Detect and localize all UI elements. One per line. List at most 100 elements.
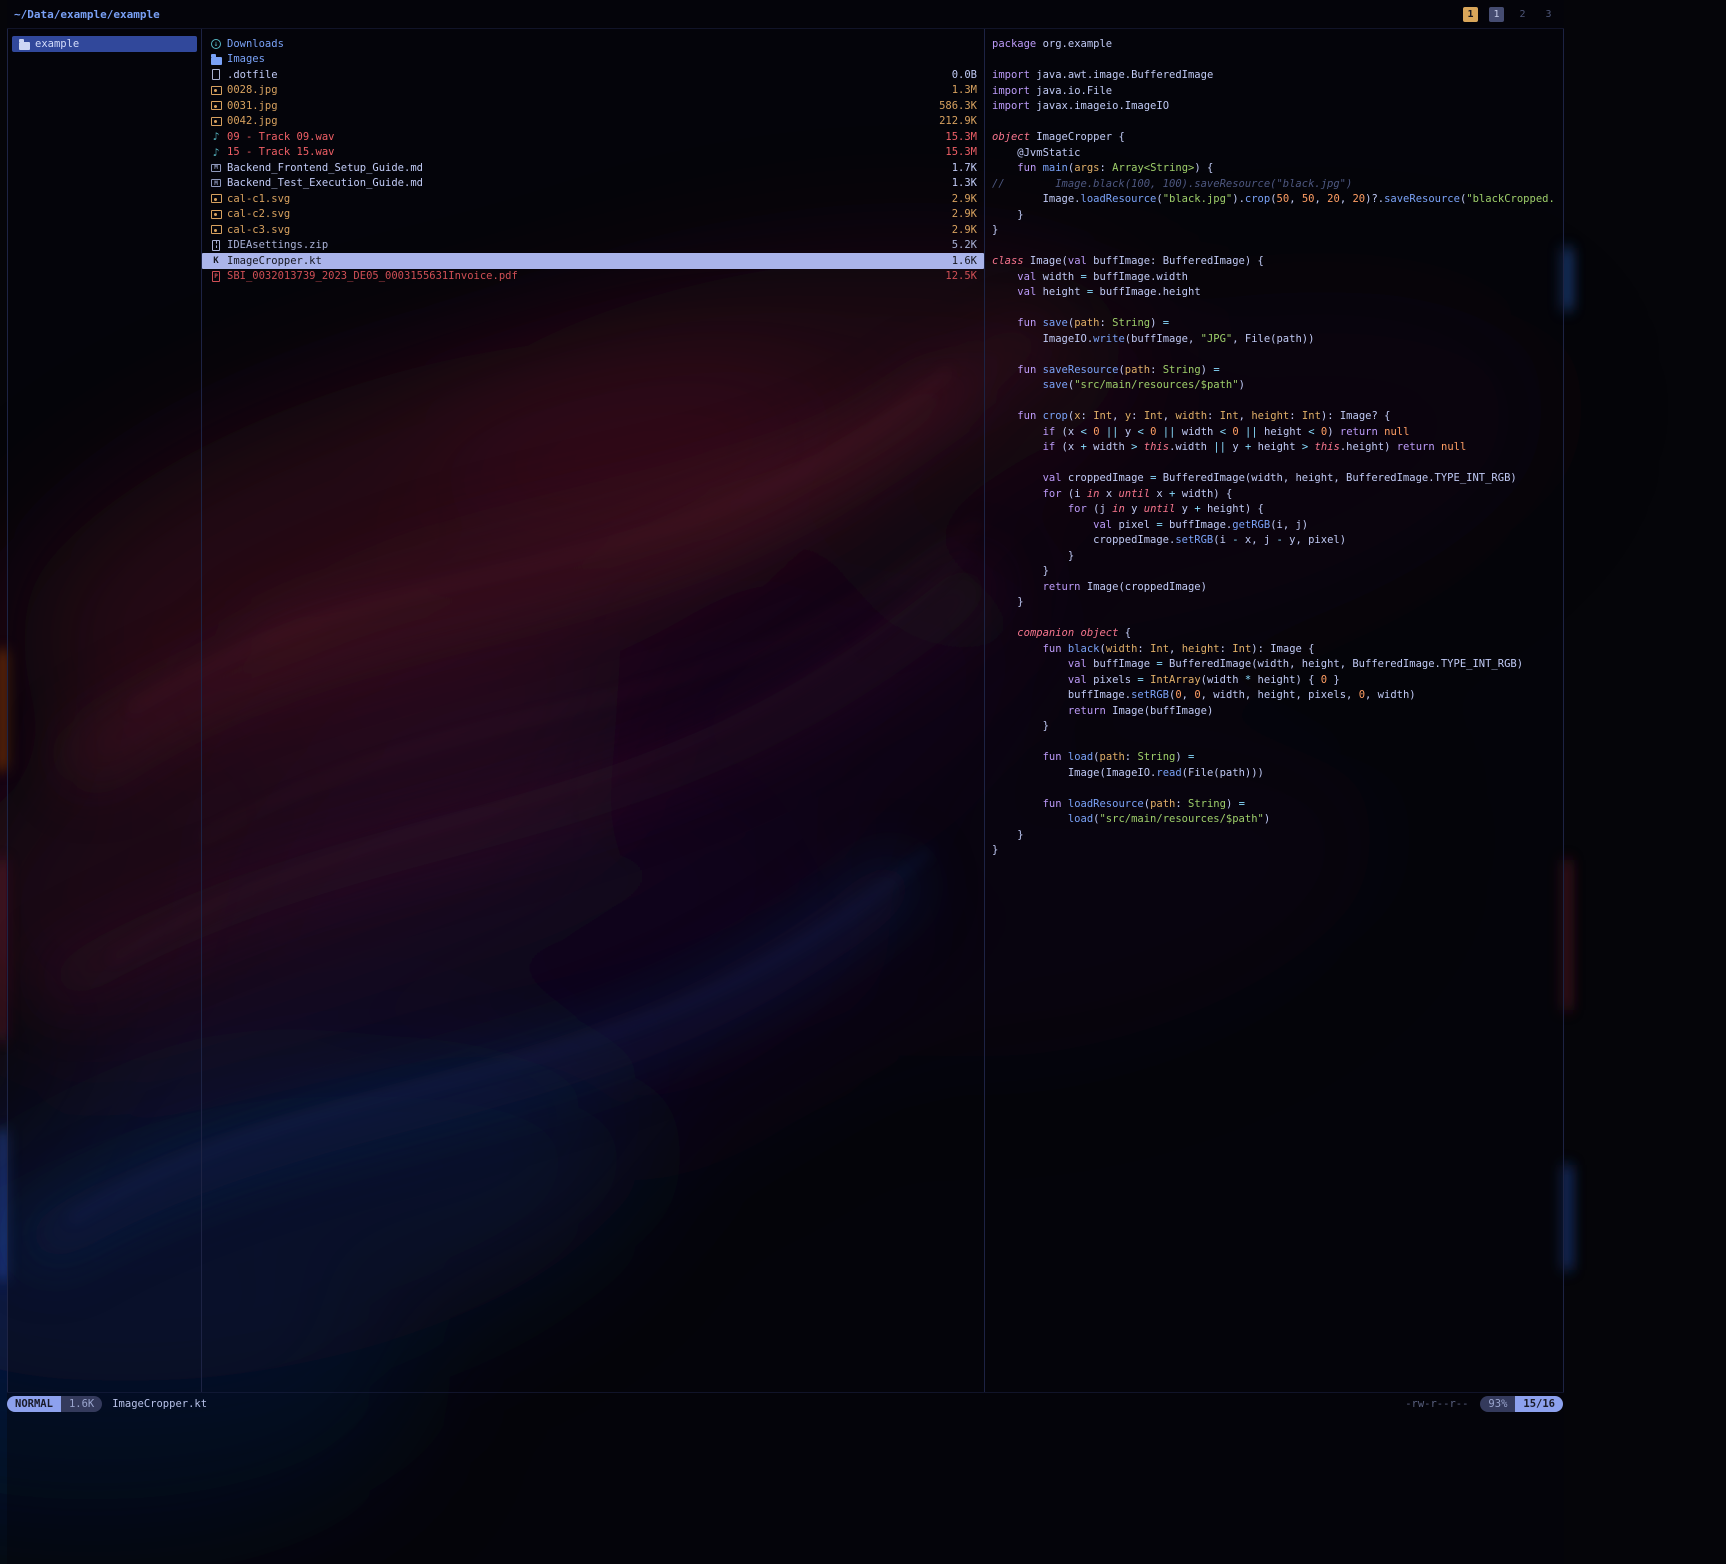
code-line: fun loadResource(path: String) = <box>992 797 1563 813</box>
code-line <box>992 239 1563 255</box>
code-line: object ImageCropper { <box>992 130 1563 146</box>
code-line: fun black(width: Int, height: Int): Imag… <box>992 642 1563 658</box>
code-line: } <box>992 208 1563 224</box>
panes: example DownloadsImages.dotfile 0.0B 0028.… <box>7 28 1564 1393</box>
code-line: croppedImage.setRGB(i - x, j - y, pixel) <box>992 533 1563 549</box>
file-row[interactable]: IDEAsettings.zip5.2K <box>202 238 984 254</box>
audio-icon <box>209 145 223 159</box>
code-line: package org.example <box>992 37 1563 53</box>
parent-dir-name: example <box>35 38 79 50</box>
file-size: 1.3M <box>952 84 977 96</box>
image-icon <box>209 207 223 221</box>
file-row[interactable]: Backend_Frontend_Setup_Guide.md1.7K <box>202 160 984 176</box>
tab-active-indicator[interactable]: 1 <box>1463 7 1478 22</box>
code-line <box>992 781 1563 797</box>
file-row[interactable]: 0031.jpg586.3K <box>202 98 984 114</box>
code-line: } <box>992 549 1563 565</box>
file-row[interactable]: .dotfile 0.0B <box>202 67 984 83</box>
file-name: 15 - Track 15.wav <box>227 146 937 158</box>
code-line <box>992 115 1563 131</box>
file-name: .dotfile <box>227 69 944 81</box>
file-name: 0028.jpg <box>227 84 944 96</box>
code-line: fun saveResource(path: String) = <box>992 363 1563 379</box>
file-row[interactable]: SBI_0032013739_2023_DE05_0003155631Invoi… <box>202 269 984 285</box>
code-line <box>992 394 1563 410</box>
file-size: 212.9K <box>939 115 977 127</box>
file-row[interactable]: Images <box>202 52 984 68</box>
markdown-icon <box>209 176 223 190</box>
code-line: fun load(path: String) = <box>992 750 1563 766</box>
code-line: return Image(croppedImage) <box>992 580 1563 596</box>
file-size: 1.3K <box>952 177 977 189</box>
image-icon <box>209 99 223 113</box>
code-line: } <box>992 719 1563 735</box>
file-size: 12.5K <box>945 270 977 282</box>
file-name: 09 - Track 09.wav <box>227 131 937 143</box>
code-line <box>992 611 1563 627</box>
file-name: 0031.jpg <box>227 100 931 112</box>
file-size: 15.3M <box>945 131 977 143</box>
status-bar: NORMAL 1.6K ImageCropper.kt -rw-r--r-- 9… <box>7 1395 1563 1413</box>
code-line: import javax.imageio.ImageIO <box>992 99 1563 115</box>
screen: ~/Data/example/example 1123 example Down… <box>0 0 1726 1564</box>
file-name: Backend_Frontend_Setup_Guide.md <box>227 162 944 174</box>
file-name: cal-c3.svg <box>227 224 944 236</box>
code-line: } <box>992 595 1563 611</box>
tab-bar: 1123 <box>1463 7 1556 22</box>
image-icon <box>209 223 223 237</box>
file-size: 2.9K <box>952 224 977 236</box>
image-icon <box>209 192 223 206</box>
file-row[interactable]: cal-c1.svg 2.9K <box>202 191 984 207</box>
file-size: 1.6K <box>952 255 977 267</box>
file-name: SBI_0032013739_2023_DE05_0003155631Invoi… <box>227 270 937 282</box>
code-line: Image(ImageIO.read(File(path))) <box>992 766 1563 782</box>
file-row[interactable]: ImageCropper.kt 1.6K <box>202 253 984 269</box>
tab-1[interactable]: 1 <box>1489 7 1504 22</box>
markdown-icon <box>209 161 223 175</box>
code-line: buffImage.setRGB(0, 0, width, height, pi… <box>992 688 1563 704</box>
code-line <box>992 347 1563 363</box>
file-row[interactable]: cal-c2.svg2.9K <box>202 207 984 223</box>
archive-icon <box>209 238 223 252</box>
code-line: val croppedImage = BufferedImage(width, … <box>992 471 1563 487</box>
file-row[interactable]: Backend_Test_Execution_Guide.md1.3K <box>202 176 984 192</box>
preview-pane[interactable]: package org.example import java.awt.imag… <box>984 29 1564 1392</box>
code-line: if (x + width > this.width || y + height… <box>992 440 1563 456</box>
file-row[interactable]: 0042.jpg212.9K <box>202 114 984 130</box>
file-row[interactable]: 09 - Track 09.wav 15.3M <box>202 129 984 145</box>
tab-2[interactable]: 2 <box>1515 7 1530 22</box>
code-line: fun crop(x: Int, y: Int, width: Int, hei… <box>992 409 1563 425</box>
code-line: val width = buffImage.width <box>992 270 1563 286</box>
code-line: for (j in y until y + height) { <box>992 502 1563 518</box>
file-name: ImageCropper.kt <box>227 255 944 267</box>
code-line: } <box>992 828 1563 844</box>
file-name: cal-c2.svg <box>227 208 944 220</box>
tab-3[interactable]: 3 <box>1541 7 1556 22</box>
file-row[interactable]: cal-c3.svg 2.9K <box>202 222 984 238</box>
parent-dir-item[interactable]: example <box>12 36 197 52</box>
parent-pane: example <box>7 29 202 1392</box>
code-line: val pixels = IntArray(width * height) { … <box>992 673 1563 689</box>
list-percent-badge: 93% <box>1480 1396 1515 1412</box>
pdf-icon <box>209 269 223 283</box>
code-line: val pixel = buffImage.getRGB(i, j) <box>992 518 1563 534</box>
folder-icon <box>209 52 223 66</box>
file-name: IDEAsettings.zip <box>227 239 944 251</box>
cwd-path: ~/Data/example/example <box>14 8 160 21</box>
mode-indicator: NORMAL <box>7 1396 61 1412</box>
audio-icon <box>209 130 223 144</box>
image-icon <box>209 114 223 128</box>
code-line: save("src/main/resources/$path") <box>992 378 1563 394</box>
code-line: import java.awt.image.BufferedImage <box>992 68 1563 84</box>
file-size: 15.3M <box>945 146 977 158</box>
code-line: // Image.black(100, 100).saveResource("b… <box>992 177 1563 193</box>
file-list-pane: DownloadsImages.dotfile0.0B0028.jpg1.3M0… <box>202 29 984 1392</box>
file-name: cal-c1.svg <box>227 193 944 205</box>
file-row[interactable]: 15 - Track 15.wav 15.3M <box>202 145 984 161</box>
file-size: 0.0B <box>952 69 977 81</box>
file-size: 2.9K <box>952 193 977 205</box>
code-preview: package org.example import java.awt.imag… <box>992 37 1563 859</box>
file-row[interactable]: 0028.jpg 1.3M <box>202 83 984 99</box>
file-row[interactable]: Downloads <box>202 36 984 52</box>
code-line <box>992 53 1563 69</box>
